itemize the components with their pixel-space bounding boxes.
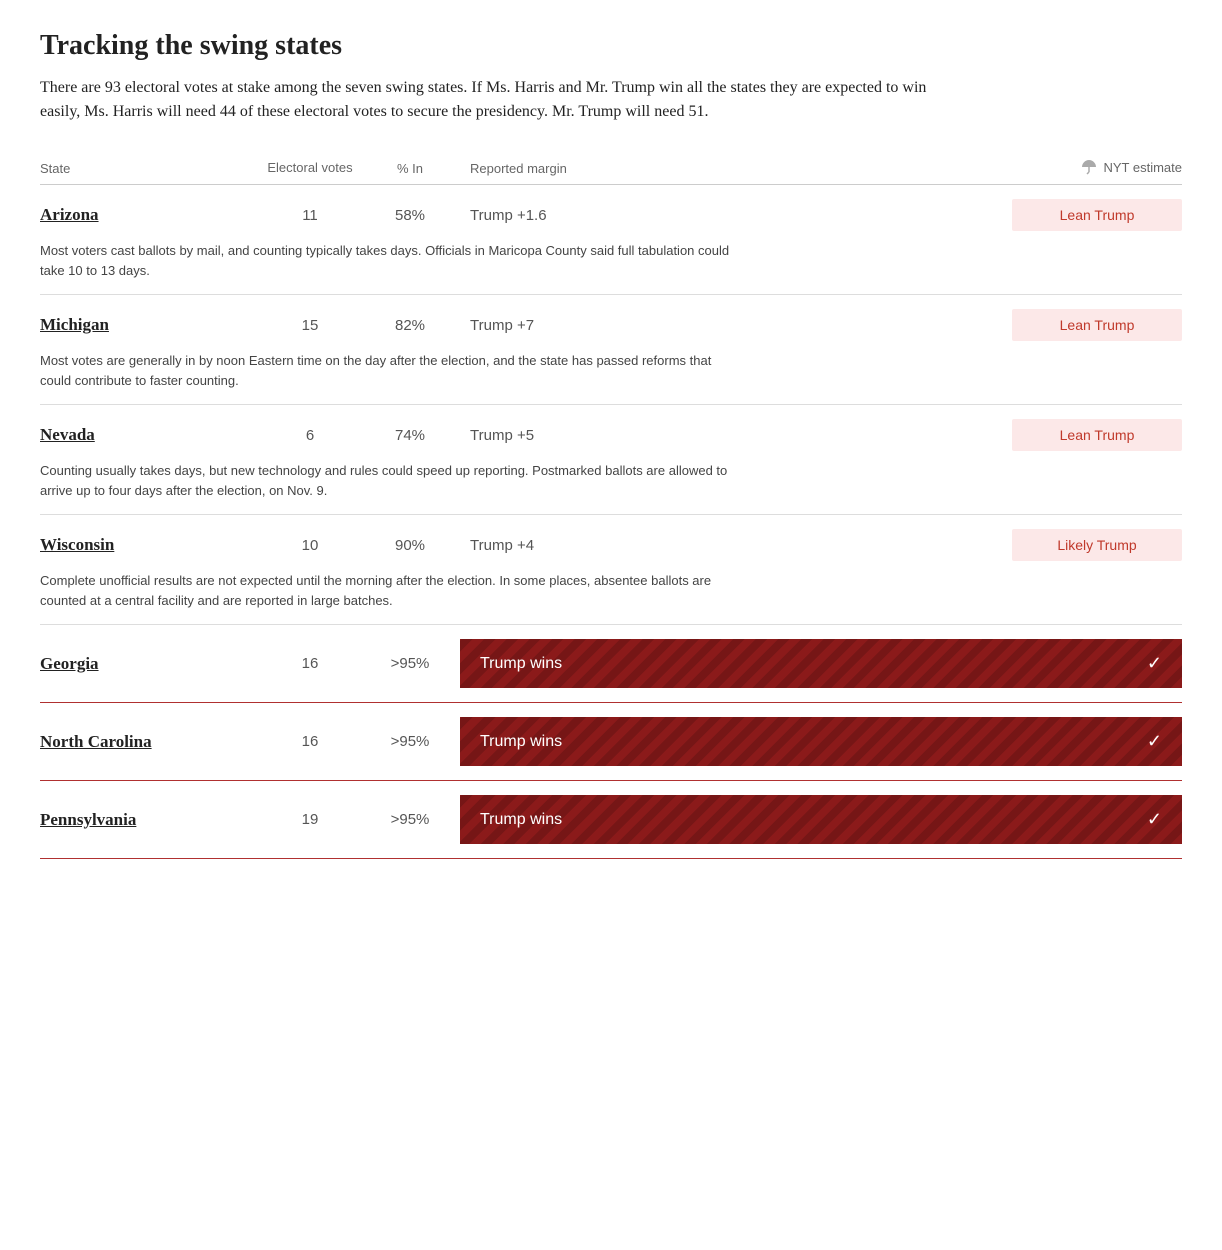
electoral-votes: 11 — [260, 207, 360, 224]
pct-in: >95% — [360, 811, 460, 828]
state-name: Michigan — [40, 315, 260, 335]
header-estimate: NYT estimate — [942, 158, 1182, 176]
trump-wins-badge: Trump wins ✓ — [460, 795, 1182, 844]
pct-in: 82% — [360, 317, 460, 334]
table-row: Pennsylvania 19 >95% Trump wins ✓ — [40, 781, 1182, 859]
reported-margin: Trump +4 — [460, 537, 942, 554]
table-header: State Electoral votes % In Reported marg… — [40, 152, 1182, 185]
table-row: Wisconsin 10 90% Trump +4 Likely Trump C… — [40, 515, 1182, 625]
state-name: Arizona — [40, 205, 260, 225]
page-title: Tracking the swing states — [40, 30, 1182, 62]
header-ev: Electoral votes — [260, 160, 360, 176]
table-row: Georgia 16 >95% Trump wins ✓ — [40, 625, 1182, 703]
header-margin: Reported margin — [460, 161, 942, 176]
reported-margin: Trump +1.6 — [460, 207, 942, 224]
estimate-col: Lean Trump — [942, 419, 1182, 451]
estimate-badge: Likely Trump — [1012, 529, 1182, 561]
table-row: Arizona 11 58% Trump +1.6 Lean Trump Mos… — [40, 185, 1182, 295]
electoral-votes: 16 — [260, 655, 360, 672]
table-row: Michigan 15 82% Trump +7 Lean Trump Most… — [40, 295, 1182, 405]
trump-wins-badge: Trump wins ✓ — [460, 639, 1182, 688]
header-state: State — [40, 161, 260, 176]
electoral-votes: 6 — [260, 427, 360, 444]
intro-text: There are 93 electoral votes at stake am… — [40, 76, 940, 124]
pct-in: 58% — [360, 207, 460, 224]
nyt-umbrella-icon — [1080, 158, 1098, 176]
state-note: Complete unofficial results are not expe… — [40, 567, 740, 624]
electoral-votes: 16 — [260, 733, 360, 750]
estimate-badge: Lean Trump — [1012, 419, 1182, 451]
state-note: Most votes are generally in by noon East… — [40, 347, 740, 404]
estimate-col: Lean Trump — [942, 309, 1182, 341]
estimate-col: Likely Trump — [942, 529, 1182, 561]
table-row: Nevada 6 74% Trump +5 Lean Trump Countin… — [40, 405, 1182, 515]
state-name: Pennsylvania — [40, 810, 260, 830]
estimate-badge: Lean Trump — [1012, 309, 1182, 341]
state-name: North Carolina — [40, 732, 260, 752]
trump-wins-badge: Trump wins ✓ — [460, 717, 1182, 766]
electoral-votes: 15 — [260, 317, 360, 334]
electoral-votes: 10 — [260, 537, 360, 554]
pct-in: >95% — [360, 733, 460, 750]
pct-in: 90% — [360, 537, 460, 554]
reported-margin: Trump +7 — [460, 317, 942, 334]
pct-in: >95% — [360, 655, 460, 672]
electoral-votes: 19 — [260, 811, 360, 828]
state-name: Wisconsin — [40, 535, 260, 555]
state-note: Most voters cast ballots by mail, and co… — [40, 237, 740, 294]
header-pct: % In — [360, 161, 460, 176]
pct-in: 74% — [360, 427, 460, 444]
estimate-badge: Lean Trump — [1012, 199, 1182, 231]
reported-margin: Trump +5 — [460, 427, 942, 444]
states-table: Arizona 11 58% Trump +1.6 Lean Trump Mos… — [40, 185, 1182, 859]
estimate-col: Lean Trump — [942, 199, 1182, 231]
state-name: Georgia — [40, 654, 260, 674]
table-row: North Carolina 16 >95% Trump wins ✓ — [40, 703, 1182, 781]
state-name: Nevada — [40, 425, 260, 445]
state-note: Counting usually takes days, but new tec… — [40, 457, 740, 514]
